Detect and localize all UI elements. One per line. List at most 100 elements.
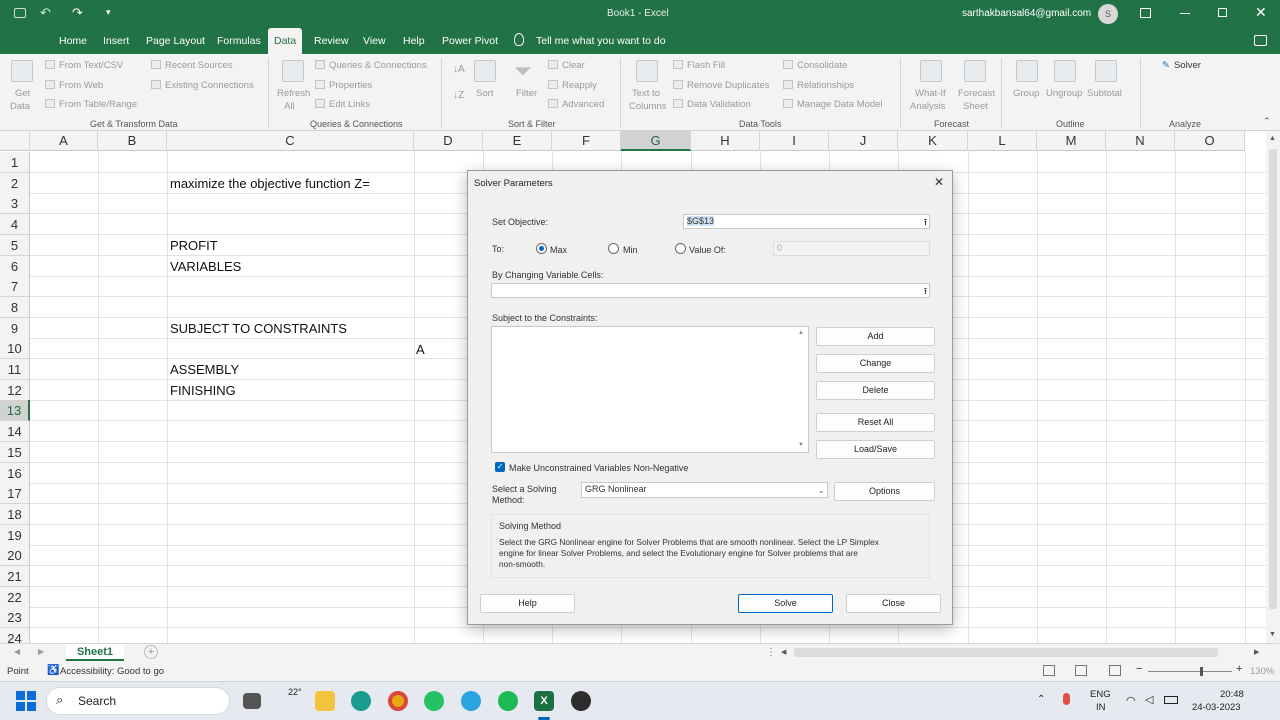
what-if-analysis-icon[interactable] [920,60,942,82]
min-label[interactable]: Min [623,245,638,255]
chrome-icon[interactable] [388,691,408,711]
nonneg-checkbox[interactable]: ✓ [495,462,505,472]
reset-all-button[interactable]: Reset All [816,413,935,432]
wifi-icon[interactable]: ◠ [1126,694,1136,707]
row-header[interactable]: 5 [0,234,30,256]
row-header[interactable]: 7 [0,276,30,298]
ungroup-button[interactable]: Ungroup [1046,88,1082,99]
set-objective-input[interactable]: $G$13 ⭱ [683,214,930,229]
sheet-tab-sheet1[interactable]: Sheet1 [66,644,124,661]
excel-taskbar-icon[interactable]: X [534,691,554,711]
tab-file[interactable]: File [18,28,35,54]
properties-button[interactable]: Properties [315,80,372,91]
undo-icon[interactable]: ↶ [40,5,51,21]
existing-connections-button[interactable]: Existing Connections [151,80,254,91]
column-header-h[interactable]: H [691,131,760,151]
row-header[interactable]: 14 [0,421,30,443]
battery-icon[interactable] [1164,696,1178,704]
close-button[interactable]: Close [846,594,941,613]
text-to-columns-button[interactable]: Text to [632,88,660,99]
zoom-in-icon[interactable]: + [1236,663,1242,675]
column-header-l[interactable]: L [968,131,1037,151]
close-icon[interactable]: ✕ [1255,4,1267,21]
add-sheet-icon[interactable]: + [144,645,158,659]
column-header-k[interactable]: K [898,131,968,151]
weather-temp[interactable]: 22° [288,687,302,697]
task-view-icon[interactable] [243,693,261,709]
cell-c5[interactable]: PROFIT [170,235,218,256]
avatar[interactable]: S [1098,4,1118,24]
forecast-sheet-icon[interactable] [964,60,986,82]
from-web-button[interactable]: From Web [45,80,103,91]
solving-method-select[interactable]: GRG Nonlinear ⌄ [581,482,828,498]
value-of-input[interactable]: 0 [773,241,930,256]
column-header-b[interactable]: B [98,131,167,151]
row-header[interactable]: 1 [0,152,30,173]
what-if-analysis-button[interactable]: What-If [915,88,946,99]
constraints-list[interactable]: ▲ ▼ [491,326,809,453]
microphone-icon[interactable] [1063,693,1070,705]
edge-browser-icon[interactable] [351,691,371,711]
sort-za-icon[interactable]: ↓Z [453,90,464,101]
max-radio[interactable] [536,243,547,254]
help-button[interactable]: Help [480,594,575,613]
range-select-icon[interactable]: ⭱ [924,216,927,229]
change-button[interactable]: Change [816,354,935,373]
subtotal-button[interactable]: Subtotal [1087,88,1122,99]
get-data-icon[interactable] [11,60,33,82]
clock-date[interactable]: 24-03-2023 [1192,702,1241,713]
row-header[interactable]: 12 [0,379,30,401]
hscroll-right-icon[interactable]: ▶ [1254,648,1259,656]
zoom-out-icon[interactable]: − [1136,663,1142,675]
cell-d10[interactable]: A [416,339,425,360]
add-button[interactable]: Add [816,327,935,346]
zoom-slider[interactable] [1148,671,1232,672]
row-header[interactable]: 15 [0,441,30,463]
accessibility-icon[interactable]: ♿ [47,665,59,676]
tab-power-pivot[interactable]: Power Pivot [442,28,498,54]
page-break-view-icon[interactable] [1109,665,1121,676]
manage-data-model-button[interactable]: Manage Data Model [783,99,883,110]
comments-icon[interactable] [1254,35,1267,46]
from-table-range-button[interactable]: From Table/Range [45,99,137,110]
sort-icon[interactable] [474,60,496,82]
get-data-button[interactable]: Get [15,88,30,99]
column-header-d[interactable]: D [414,131,483,151]
github-icon[interactable] [571,691,591,711]
scroll-thumb[interactable] [1269,149,1277,609]
column-header-j[interactable]: J [829,131,898,151]
row-header[interactable]: 10 [0,338,30,360]
min-radio[interactable] [608,243,619,254]
row-header[interactable]: 2 [0,172,30,194]
list-scroll-up-icon[interactable]: ▲ [798,330,804,336]
row-header[interactable]: 24 [0,628,30,643]
queries-connections-button[interactable]: Queries & Connections [315,60,427,71]
forecast-sheet-button[interactable]: Forecast [958,88,995,99]
accessibility-status[interactable]: Accessibility: Good to go [60,666,164,677]
column-header-m[interactable]: M [1037,131,1106,151]
row-header[interactable]: 18 [0,503,30,525]
data-validation-button[interactable]: Data Validation [673,99,751,110]
recent-sources-button[interactable]: Recent Sources [151,60,233,71]
row-header[interactable]: 16 [0,462,30,484]
zoom-slider-thumb[interactable] [1200,667,1203,676]
language-indicator[interactable]: ENG [1090,689,1111,700]
select-all-corner[interactable] [0,131,30,151]
ribbon-display-icon[interactable] [1140,8,1151,18]
delete-button[interactable]: Delete [816,381,935,400]
autosave-icon[interactable] [14,8,26,18]
cell-c11[interactable]: ASSEMBLY [170,359,239,380]
clear-button[interactable]: Clear [548,60,585,71]
tab-view[interactable]: View [363,28,386,54]
range-select-icon[interactable]: ⭱ [924,285,927,298]
sheet-prev-icon[interactable]: ◀ [14,647,20,656]
edit-links-button[interactable]: Edit Links [315,99,370,110]
advanced-button[interactable]: Advanced [548,99,604,110]
ungroup-icon[interactable] [1054,60,1076,82]
load-save-button[interactable]: Load/Save [816,440,935,459]
spotify-icon[interactable] [498,691,518,711]
cell-c12[interactable]: FINISHING [170,380,236,401]
row-header[interactable]: 11 [0,359,30,380]
row-header[interactable]: 13 [0,400,30,422]
dialog-close-icon[interactable]: ✕ [934,175,944,189]
